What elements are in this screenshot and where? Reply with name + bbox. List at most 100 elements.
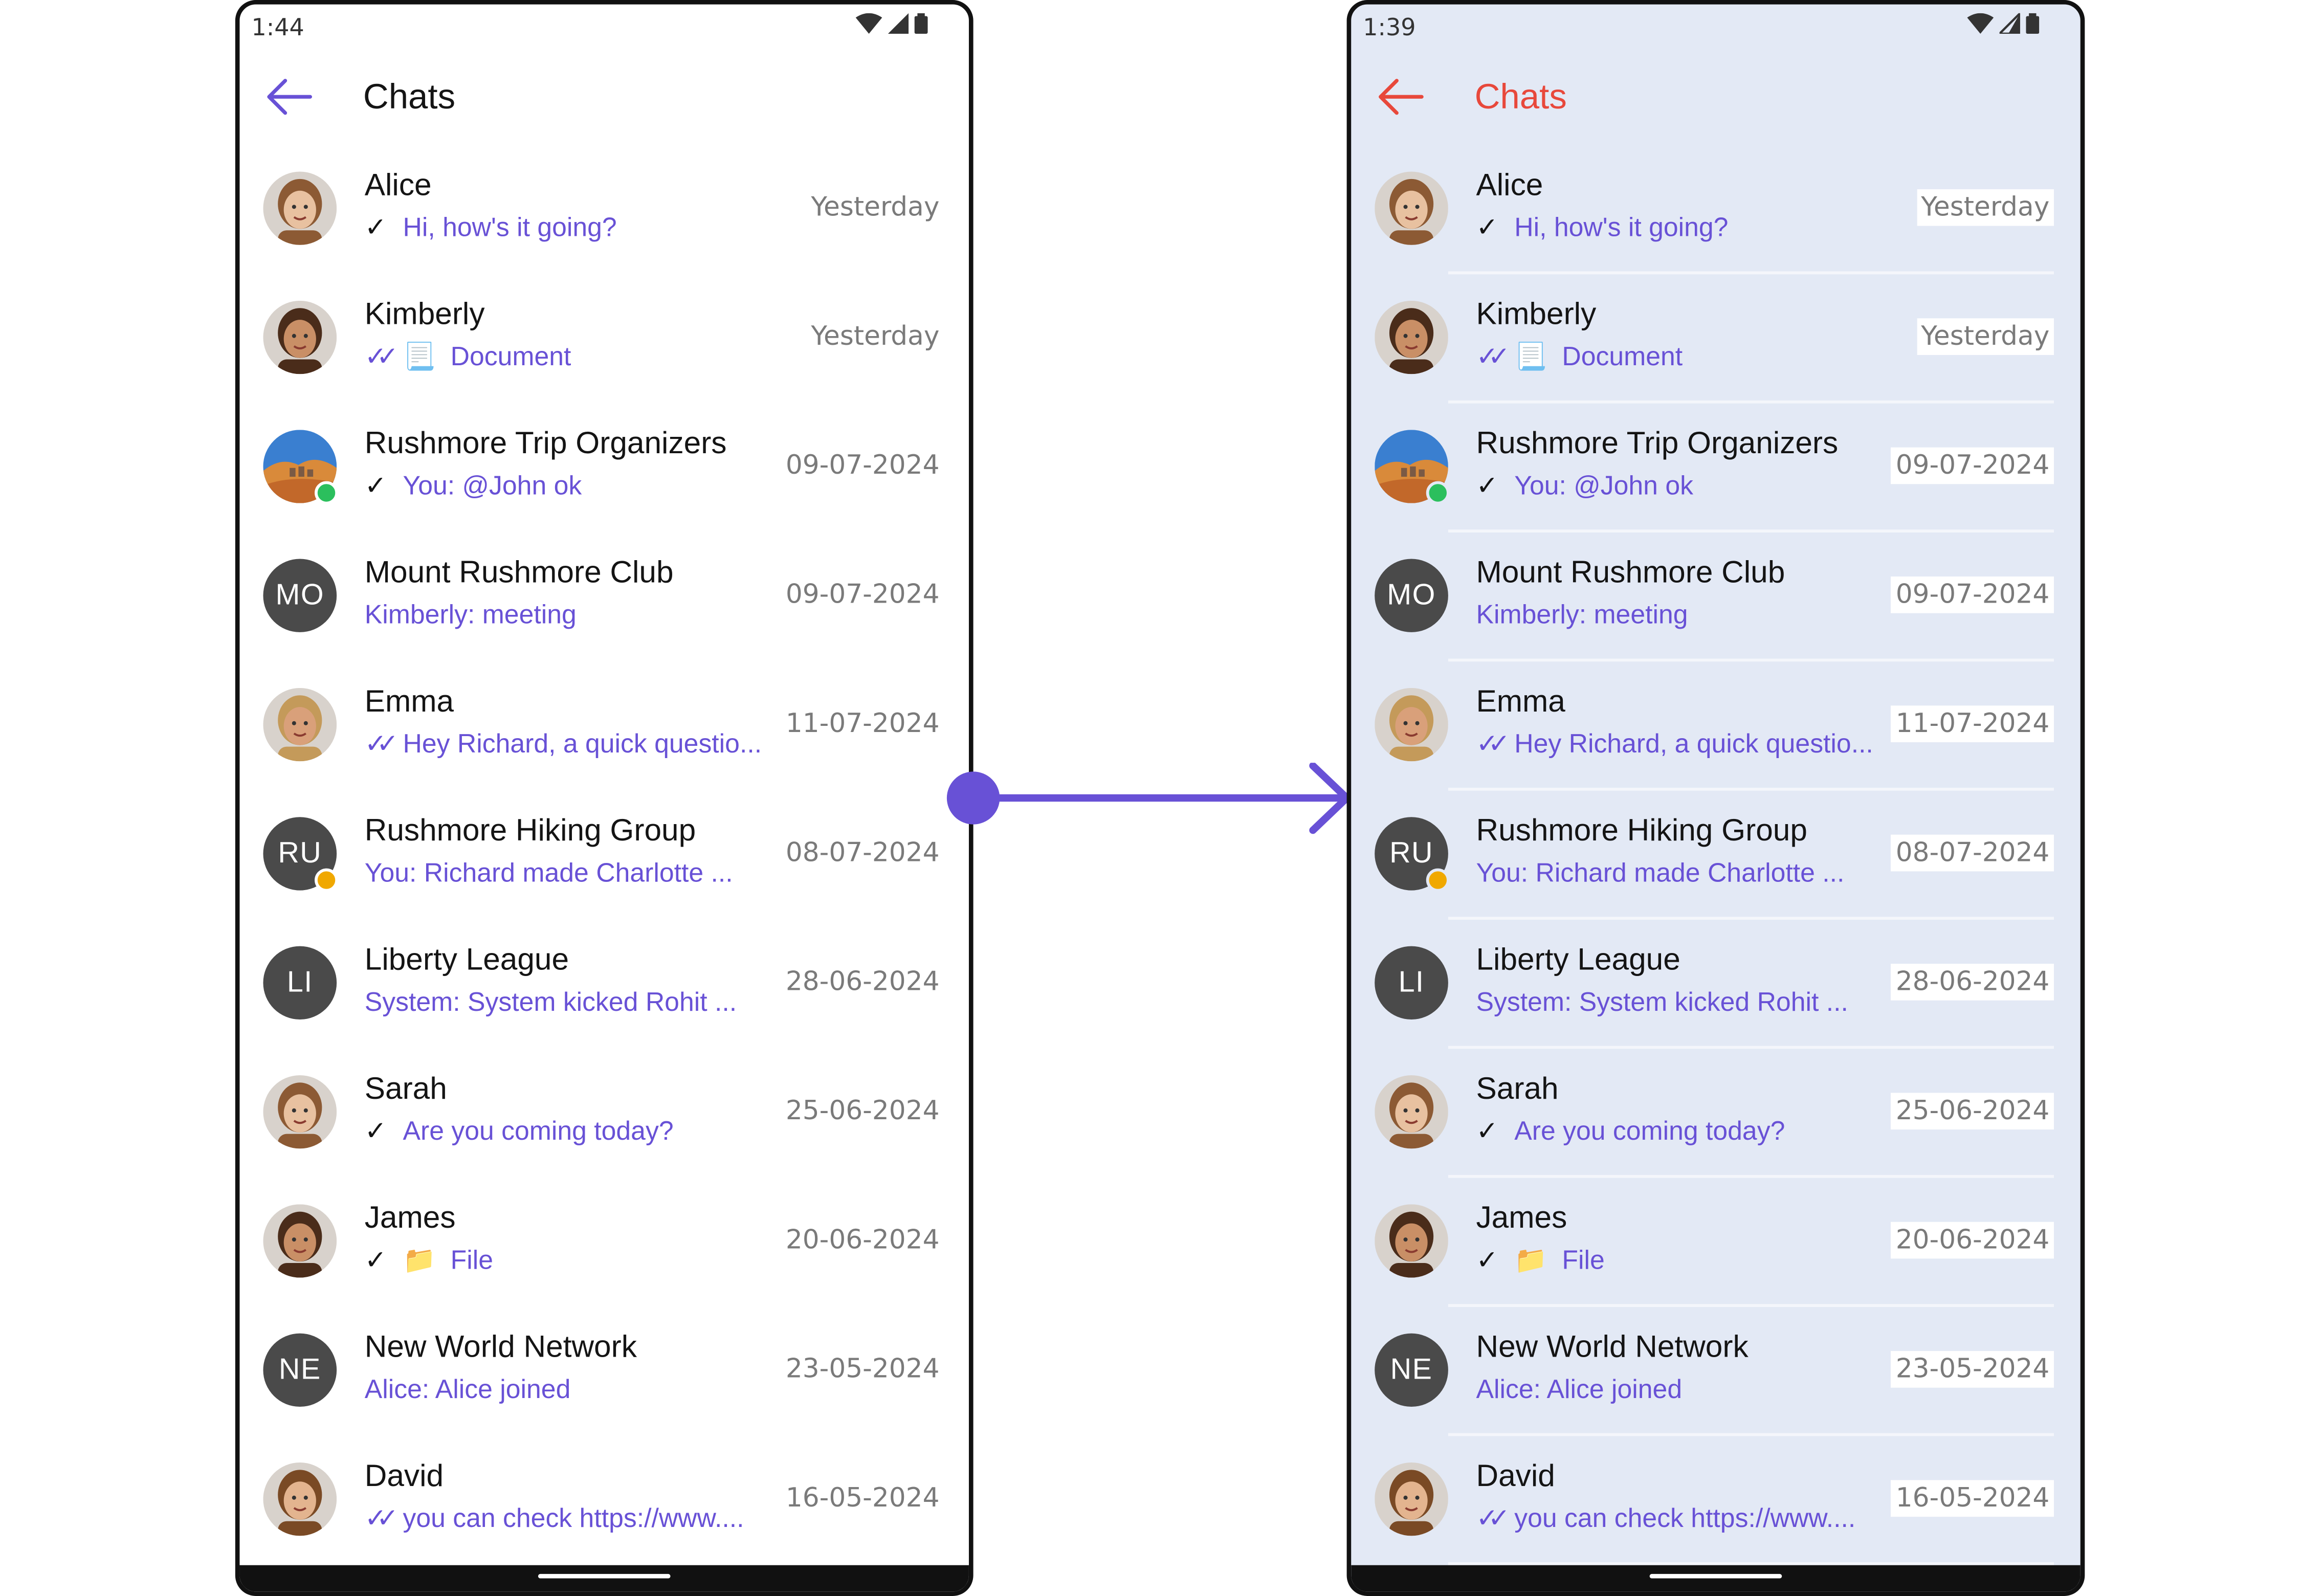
profile-photo bbox=[263, 688, 337, 762]
chat-row[interactable]: RU Rushmore Hiking Group You: Richard made… bbox=[1351, 791, 2081, 920]
profile-photo bbox=[1375, 1204, 1448, 1278]
preview-text: Kimberly: meeting bbox=[1476, 600, 1688, 630]
chat-name: Sarah bbox=[364, 1072, 447, 1106]
avatar: NE bbox=[263, 1333, 337, 1407]
chat-date: Yesterday bbox=[811, 321, 940, 352]
chat-row[interactable]: Kimberly ✓✓ 📃 Document Yesterday bbox=[239, 274, 969, 403]
preview-text: Are you coming today? bbox=[1514, 1116, 1785, 1146]
chat-name: New World Network bbox=[364, 1330, 637, 1364]
chat-row[interactable]: LI Liberty League System: System kicked Ro… bbox=[239, 920, 969, 1049]
chat-date: 20-06-2024 bbox=[1891, 1222, 2054, 1259]
avatar-initials: NE bbox=[263, 1333, 337, 1407]
lock-icon bbox=[315, 868, 339, 892]
chat-name: Mount Rushmore Club bbox=[364, 556, 674, 590]
preview-text: Hi, how's it going? bbox=[1514, 212, 1729, 242]
chat-row[interactable]: Emma ✓✓ Hey Richard, a quick questio... 11-… bbox=[1351, 661, 2081, 791]
document-icon: 📃 bbox=[403, 342, 436, 371]
chat-date: 28-06-2024 bbox=[785, 966, 940, 997]
chat-row[interactable]: David ✓✓ you can check https://www.... 16-0… bbox=[1351, 1436, 2081, 1565]
battery-icon bbox=[2026, 13, 2040, 34]
back-arrow-icon[interactable] bbox=[263, 75, 313, 119]
chat-row[interactable]: NE New World Network Alice: Alice joined 23… bbox=[1351, 1307, 2081, 1436]
profile-photo bbox=[263, 1462, 337, 1536]
chat-row[interactable]: Sarah ✓ Are you coming today? 25-06-2024 bbox=[1351, 1049, 2081, 1178]
chat-list[interactable]: Alice ✓ Hi, how's it going? Yesterday Kimber… bbox=[239, 145, 969, 1565]
chat-date: 16-05-2024 bbox=[1891, 1480, 2054, 1517]
chat-row[interactable]: Alice ✓ Hi, how's it going? Yesterday bbox=[239, 145, 969, 274]
chat-row[interactable]: Rushmore Trip Organizers ✓ You: @John ok 09… bbox=[1351, 404, 2081, 533]
chat-date: 09-07-2024 bbox=[1891, 576, 2054, 613]
last-message-preview: System: System kicked Rohit ... bbox=[365, 987, 737, 1018]
chat-name: Alice bbox=[1476, 168, 1543, 203]
chat-name: Emma bbox=[364, 685, 454, 719]
chat-row[interactable]: NE New World Network Alice: Alice joined 23… bbox=[239, 1307, 969, 1436]
preview-text: You: @John ok bbox=[1514, 471, 1693, 500]
chat-name: Rushmore Hiking Group bbox=[1476, 814, 1807, 848]
chat-row[interactable]: Rushmore Trip Organizers ✓ You: @John ok 09… bbox=[239, 404, 969, 533]
chat-row[interactable]: Alice ✓ Hi, how's it going? Yesterday bbox=[1351, 145, 2081, 275]
avatar bbox=[1375, 171, 1448, 245]
chat-name: James bbox=[364, 1201, 456, 1235]
last-message-preview: You: Richard made Charlotte ... bbox=[365, 858, 733, 889]
last-message-preview: ✓ 📁 File bbox=[1476, 1246, 1604, 1276]
read-receipt-icon: ✓✓ bbox=[1476, 1503, 1510, 1533]
chat-row[interactable]: James ✓ 📁 File 20-06-2024 bbox=[1351, 1178, 2081, 1307]
read-receipt-icon: ✓✓ bbox=[364, 1503, 399, 1533]
last-message-preview: Alice: Alice joined bbox=[365, 1375, 571, 1405]
chat-date: 25-06-2024 bbox=[785, 1096, 940, 1127]
status-icons bbox=[1967, 13, 2040, 34]
last-message-preview: ✓ 📁 File bbox=[365, 1246, 493, 1276]
last-message-preview: ✓ Hi, how's it going? bbox=[365, 213, 617, 243]
avatar bbox=[263, 300, 337, 374]
sent-receipt-icon: ✓ bbox=[364, 471, 387, 500]
preview-text: Kimberly: meeting bbox=[364, 600, 577, 630]
chat-name: Liberty League bbox=[364, 943, 569, 977]
wifi-icon bbox=[1967, 13, 1994, 34]
profile-photo bbox=[1375, 171, 1448, 245]
read-receipt-icon: ✓✓ bbox=[364, 342, 399, 371]
avatar bbox=[1375, 1204, 1448, 1278]
chat-row[interactable]: Emma ✓✓ Hey Richard, a quick questio... 11-… bbox=[239, 661, 969, 790]
chat-row[interactable]: RU Rushmore Hiking Group You: Richard made… bbox=[239, 791, 969, 920]
last-message-preview: ✓ You: @John ok bbox=[1476, 471, 1693, 501]
chat-row[interactable]: LI Liberty League System: System kicked Ro… bbox=[1351, 920, 2081, 1049]
avatar-initials: LI bbox=[263, 946, 337, 1019]
sent-receipt-icon: ✓ bbox=[364, 1245, 387, 1275]
avatar: LI bbox=[263, 946, 337, 1019]
profile-photo bbox=[263, 171, 337, 245]
sent-receipt-icon: ✓ bbox=[364, 212, 387, 242]
preview-text: you can check https://www.... bbox=[403, 1503, 744, 1533]
chat-row[interactable]: MO Mount Rushmore Club Kimberly: meeting 09… bbox=[1351, 533, 2081, 662]
last-message-preview: ✓✓ you can check https://www.... bbox=[365, 1503, 744, 1534]
last-message-preview: ✓ You: @John ok bbox=[365, 471, 582, 501]
avatar-initials: MO bbox=[1375, 559, 1448, 632]
avatar bbox=[1375, 1075, 1448, 1149]
chat-date: 11-07-2024 bbox=[785, 708, 940, 740]
last-message-preview: Alice: Alice joined bbox=[1476, 1375, 1682, 1405]
profile-photo bbox=[1375, 688, 1448, 762]
preview-text: Alice: Alice joined bbox=[364, 1374, 571, 1404]
chat-row[interactable]: Sarah ✓ Are you coming today? 25-06-2024 bbox=[239, 1049, 969, 1178]
signal-icon bbox=[888, 13, 909, 34]
chat-name: David bbox=[364, 1459, 444, 1494]
chat-name: Rushmore Hiking Group bbox=[364, 814, 696, 848]
chat-list[interactable]: Alice ✓ Hi, how's it going? Yesterday Kimber… bbox=[1351, 145, 2081, 1565]
chat-row[interactable]: James ✓ 📁 File 20-06-2024 bbox=[239, 1178, 969, 1307]
chat-date: 23-05-2024 bbox=[1891, 1351, 2054, 1388]
avatar bbox=[263, 171, 337, 245]
chat-row[interactable]: David ✓✓ you can check https://www.... 16-0… bbox=[239, 1436, 969, 1565]
chat-row[interactable]: MO Mount Rushmore Club Kimberly: meeting 09… bbox=[239, 533, 969, 661]
status-time: 1:39 bbox=[1363, 13, 1416, 41]
signal-icon bbox=[1999, 13, 2020, 34]
chat-name: David bbox=[1476, 1459, 1555, 1494]
last-message-preview: System: System kicked Rohit ... bbox=[1476, 987, 1848, 1018]
preview-text: Hey Richard, a quick questio... bbox=[1514, 729, 1873, 759]
preview-text: Are you coming today? bbox=[403, 1116, 674, 1146]
last-message-preview: ✓✓ 📃 Document bbox=[365, 342, 571, 372]
chat-name: Kimberly bbox=[1476, 298, 1597, 332]
avatar bbox=[1375, 430, 1450, 505]
chat-row[interactable]: Kimberly ✓✓ 📃 Document Yesterday bbox=[1351, 274, 2081, 404]
avatar: MO bbox=[1375, 559, 1448, 632]
back-arrow-icon[interactable] bbox=[1375, 75, 1425, 119]
chat-date: 16-05-2024 bbox=[785, 1483, 940, 1514]
